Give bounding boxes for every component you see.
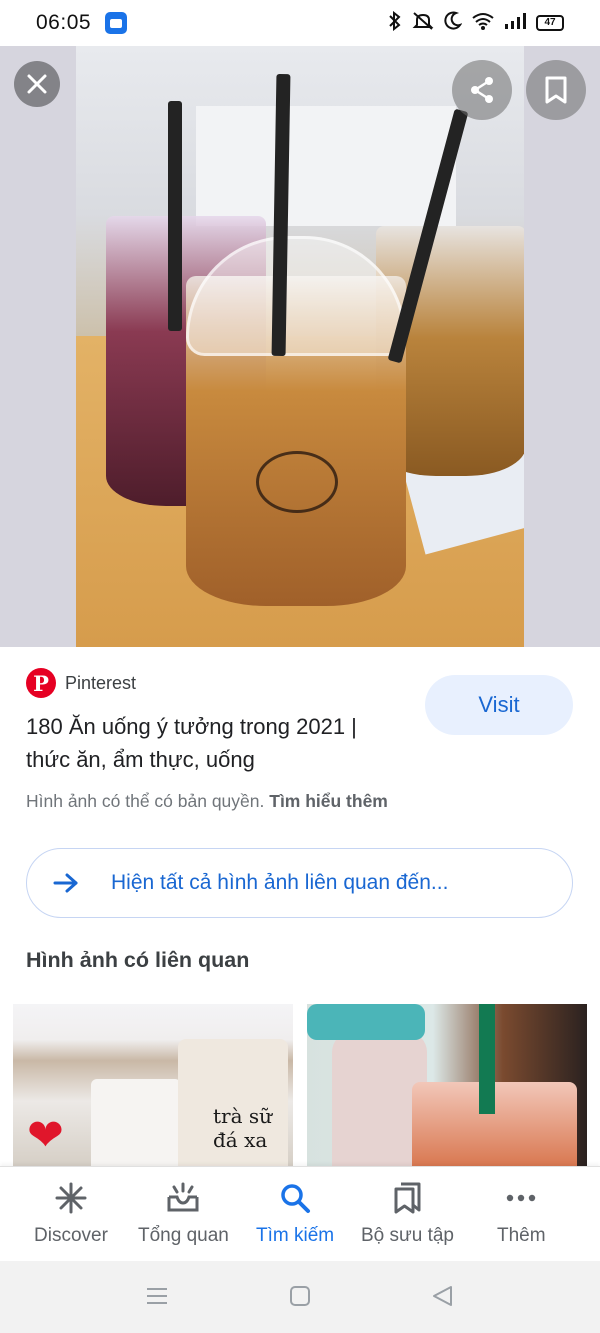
recent-apps-button[interactable] xyxy=(146,1285,168,1312)
heart-icon: ❤ xyxy=(27,1111,64,1160)
pinterest-logo-icon: P xyxy=(26,668,56,698)
copyright-notice: Hình ảnh có thể có bản quyền. Tìm hiểu t… xyxy=(26,791,388,812)
share-icon xyxy=(471,77,493,103)
nav-more[interactable]: Thêm xyxy=(497,1181,546,1247)
learn-more-link[interactable]: Tìm hiểu thêm xyxy=(269,791,388,811)
related-image-thumbnail[interactable]: trà sữ đá xa ❤ xyxy=(13,1004,293,1166)
status-time: 06:05 xyxy=(36,11,92,34)
do-not-disturb-icon xyxy=(444,11,463,36)
background-shelf xyxy=(196,106,456,226)
status-bar: 06:05 47 xyxy=(0,0,600,46)
menu-icon xyxy=(147,1288,167,1304)
collections-icon xyxy=(394,1182,420,1214)
bluetooth-icon xyxy=(388,10,402,36)
nav-search-label: Tìm kiếm xyxy=(256,1225,335,1246)
bookmark-icon xyxy=(545,76,567,104)
wifi-icon xyxy=(472,12,494,35)
app-notification-icon xyxy=(105,12,128,34)
copyright-text: Hình ảnh có thể có bản quyền. xyxy=(26,791,265,811)
show-all-related-label: Hiện tất cả hình ảnh liên quan đến... xyxy=(111,871,449,894)
related-images-heading: Hình ảnh có liên quan xyxy=(26,948,250,972)
battery-icon: 47 xyxy=(536,15,564,31)
nav-more-label: Thêm xyxy=(497,1225,546,1246)
nav-collections[interactable]: Bộ sưu tập xyxy=(361,1181,454,1247)
search-icon xyxy=(281,1184,311,1213)
straw xyxy=(168,101,182,331)
back-triangle-icon xyxy=(433,1286,452,1306)
nav-discover[interactable]: Discover xyxy=(34,1181,108,1247)
thumb-bottle-cap xyxy=(307,1004,425,1040)
thumb-straw xyxy=(479,1004,495,1114)
share-button[interactable] xyxy=(452,60,512,120)
result-title[interactable]: 180 Ăn uống ý tưởng trong 2021 | thức ăn… xyxy=(26,710,406,776)
bookmark-button[interactable] xyxy=(526,60,586,120)
nav-collections-label: Bộ sưu tập xyxy=(361,1225,454,1246)
asterisk-icon xyxy=(55,1182,87,1214)
home-button[interactable] xyxy=(289,1285,311,1312)
show-all-related-button[interactable]: Hiện tất cả hình ảnh liên quan đến... xyxy=(26,848,573,918)
back-button[interactable] xyxy=(431,1285,453,1312)
nav-discover-label: Discover xyxy=(34,1225,108,1246)
related-image-thumbnail[interactable] xyxy=(307,1004,587,1166)
thumb-label: trà sữ đá xa xyxy=(213,1104,273,1152)
main-image[interactable] xyxy=(76,46,524,647)
nav-overview[interactable]: Tổng quan xyxy=(138,1181,229,1247)
system-navigation-bar xyxy=(0,1261,600,1333)
more-dots-icon xyxy=(507,1194,536,1202)
source-row[interactable]: P Pinterest xyxy=(26,668,136,698)
mute-icon xyxy=(412,11,434,36)
close-icon xyxy=(27,74,47,94)
home-square-icon xyxy=(290,1286,310,1306)
visit-button[interactable]: Visit xyxy=(425,675,573,735)
nav-overview-label: Tổng quan xyxy=(138,1225,229,1246)
bottom-navigation: Discover Tổng quan Tìm kiếm Bộ sưu tập T… xyxy=(0,1166,600,1261)
status-icons: 47 xyxy=(388,10,564,36)
thumb-cup xyxy=(91,1079,181,1166)
cup-logo xyxy=(256,451,338,513)
close-button[interactable] xyxy=(14,61,60,107)
inbox-icon xyxy=(167,1182,199,1212)
image-viewer[interactable] xyxy=(0,46,600,647)
source-name: Pinterest xyxy=(65,672,137,693)
nav-search[interactable]: Tìm kiếm xyxy=(256,1181,334,1247)
signal-icon xyxy=(504,12,526,35)
arrow-right-icon xyxy=(53,873,78,893)
